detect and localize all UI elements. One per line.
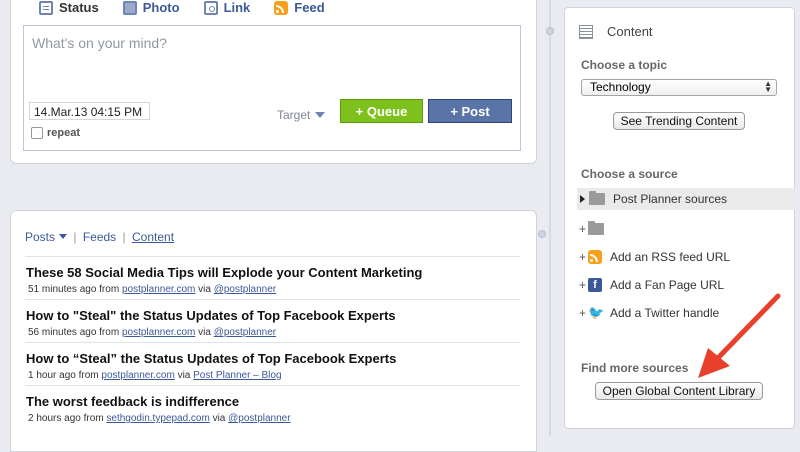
photo-icon [122, 0, 137, 15]
facebook-icon: f [588, 278, 602, 292]
post-meta: 56 minutes ago from postplanner.com via … [28, 327, 520, 338]
status-icon [39, 0, 53, 15]
tab-feed-label: Feed [294, 0, 325, 15]
composer-box: What's on your mind? 14.Mar.13 04:15 PM … [23, 25, 521, 151]
list-item[interactable]: How to “Steal” the Status Updates of Top… [25, 342, 520, 385]
plus-icon: + [579, 222, 587, 236]
content-icon [579, 24, 593, 39]
queue-button[interactable]: + Queue [340, 99, 423, 123]
composer-tabs: Status Photo Link Feed [39, 0, 325, 15]
post-source-link[interactable]: sethgodin.typepad.com [106, 413, 209, 424]
tab-posts-label: Posts [25, 230, 56, 244]
post-via-link[interactable]: @postplanner [228, 413, 290, 424]
source-add-rss[interactable]: + Add an RSS feed URL [579, 246, 779, 268]
timeline-line [549, 0, 551, 436]
plus-icon: + [579, 250, 587, 264]
twitter-bird-icon: 🐦 [588, 305, 605, 320]
schedule-date-input[interactable]: 14.Mar.13 04:15 PM [29, 102, 150, 120]
see-trending-content-button[interactable]: See Trending Content [613, 112, 745, 130]
list-item[interactable]: The worst feedback is indifference 2 hou… [25, 385, 520, 428]
target-label: Target [277, 108, 311, 122]
tab-status-label: Status [59, 0, 99, 15]
post-title[interactable]: These 58 Social Media Tips will Explode … [26, 265, 520, 280]
plus-icon: + [579, 306, 587, 320]
source-label: Choose a source [581, 167, 678, 181]
feed-tabs: Posts | Feeds | Content [25, 230, 174, 244]
post-time: 51 minutes ago from [28, 284, 120, 295]
plus-icon: + [579, 278, 587, 292]
tab-posts[interactable]: Posts [25, 230, 68, 244]
tab-content[interactable]: Content [132, 230, 174, 244]
timeline-dot [546, 27, 554, 35]
post-via-link[interactable]: @postplanner [214, 327, 276, 338]
tab-separator: | [73, 230, 77, 244]
folder-icon [589, 191, 605, 205]
post-button[interactable]: + Post [428, 99, 512, 123]
repeat-label: repeat [47, 127, 81, 139]
list-item[interactable]: These 58 Social Media Tips will Explode … [25, 256, 520, 299]
tab-separator: | [122, 230, 126, 244]
status-textarea[interactable]: What's on your mind? [32, 35, 167, 51]
source-post-planner[interactable]: Post Planner sources [577, 188, 795, 210]
tab-link[interactable]: Link [203, 0, 251, 15]
tab-status[interactable]: Status [39, 0, 99, 15]
post-meta: 2 hours ago from sethgodin.typepad.com v… [28, 413, 520, 424]
annotation-arrow-icon [698, 293, 781, 378]
post-via: via [212, 413, 226, 424]
post-meta: 1 hour ago from postplanner.com via Post… [28, 370, 520, 381]
tab-link-label: Link [223, 0, 251, 15]
content-header: Content [579, 24, 653, 39]
repeat-option[interactable]: repeat [31, 127, 80, 139]
tab-feeds[interactable]: Feeds [83, 230, 116, 244]
content-title: Content [607, 24, 653, 39]
tab-feed[interactable]: Feed [274, 0, 325, 15]
select-arrows-icon: ▲ ▼ [764, 79, 772, 94]
chevron-down-icon [315, 112, 326, 118]
post-via: via [177, 370, 191, 381]
composer-panel: Status Photo Link Feed What's on your mi… [10, 0, 537, 164]
post-via-link[interactable]: @postplanner [214, 284, 276, 295]
post-source-link[interactable]: postplanner.com [101, 370, 174, 381]
post-time: 56 minutes ago from [28, 327, 120, 338]
post-via: via [198, 284, 211, 295]
post-time: 2 hours ago from [28, 413, 104, 424]
source-rss-label: Add an RSS feed URL [610, 250, 731, 264]
topic-select-value: Technology [590, 80, 651, 94]
target-dropdown[interactable]: Target [277, 108, 326, 122]
feed-panel: Posts | Feeds | Content These 58 Social … [10, 210, 537, 452]
source-add-folder[interactable]: + [579, 218, 779, 240]
open-global-content-library-button[interactable]: Open Global Content Library [595, 382, 763, 400]
post-via-link[interactable]: Post Planner – Blog [193, 370, 281, 381]
post-title[interactable]: How to “Steal” the Status Updates of Top… [26, 351, 520, 366]
repeat-checkbox[interactable] [31, 127, 43, 139]
topic-select[interactable]: Technology ▲ ▼ [581, 79, 777, 96]
timeline-dot [538, 230, 546, 238]
topic-label: Choose a topic [581, 58, 668, 72]
post-source-link[interactable]: postplanner.com [122, 284, 195, 295]
tab-photo-label: Photo [142, 0, 180, 15]
folder-icon [588, 221, 604, 235]
post-title[interactable]: The worst feedback is indifference [26, 394, 520, 409]
post-meta: 51 minutes ago from postplanner.com via … [28, 284, 520, 295]
rss-icon [274, 0, 289, 15]
post-time: 1 hour ago from [28, 370, 99, 381]
more-sources-label: Find more sources [581, 361, 689, 375]
post-source-link[interactable]: postplanner.com [122, 327, 195, 338]
post-list: These 58 Social Media Tips will Explode … [25, 256, 520, 428]
post-title[interactable]: How to "Steal" the Status Updates of Top… [26, 308, 520, 323]
chevron-down-icon [59, 234, 68, 239]
source-post-planner-label: Post Planner sources [613, 192, 728, 206]
post-via: via [198, 327, 211, 338]
tab-photo[interactable]: Photo [122, 0, 180, 15]
expand-arrow-icon [580, 195, 585, 203]
link-icon [203, 0, 218, 15]
rss-icon [588, 250, 602, 264]
list-item[interactable]: How to "Steal" the Status Updates of Top… [25, 299, 520, 342]
